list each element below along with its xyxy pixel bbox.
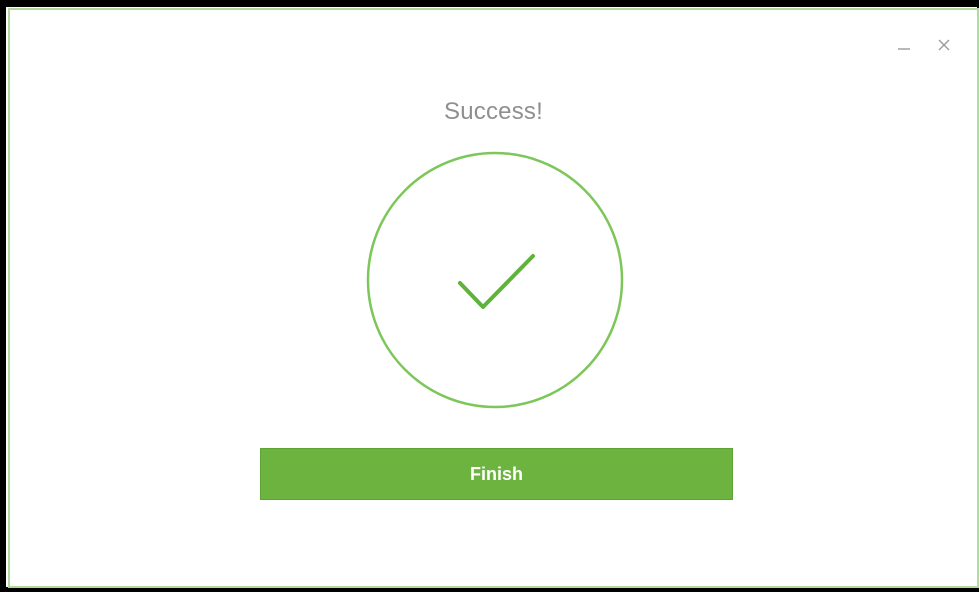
window-controls [893,34,955,56]
dialog-title: Success! [444,98,543,125]
minimize-icon [898,48,910,50]
finish-button[interactable]: Finish [260,448,733,500]
checkmark-icon [458,254,535,309]
close-icon [938,39,950,51]
close-button[interactable] [933,34,955,56]
success-dialog: Success! Finish [8,8,979,588]
minimize-button[interactable] [893,34,915,56]
success-circle [366,151,624,409]
